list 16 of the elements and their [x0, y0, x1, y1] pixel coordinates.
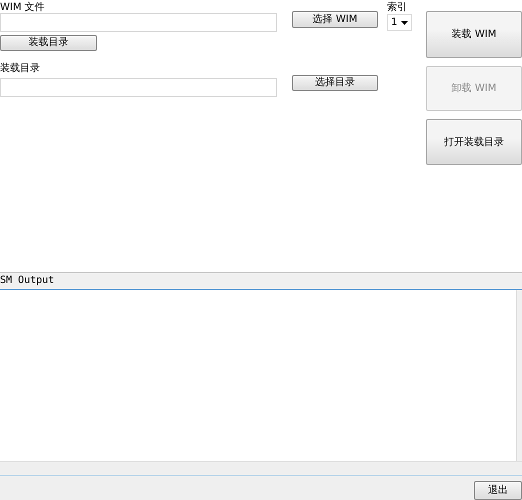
field-label: 索引	[387, 0, 408, 14]
input-field[interactable]	[0, 13, 277, 32]
action-button[interactable]: 打开装载目录	[426, 119, 522, 165]
caret-icon	[401, 20, 408, 24]
browse-button[interactable]: 选择 WIM	[292, 11, 378, 28]
field-label: 装载目录	[0, 62, 41, 76]
browse-button[interactable]: 选择目录	[292, 75, 378, 91]
mount-dir-button[interactable]: 装载目录	[0, 34, 97, 50]
input-field[interactable]	[0, 78, 277, 97]
index-dropdown[interactable]: 1	[387, 14, 412, 31]
exit-button[interactable]: 退出	[474, 481, 522, 500]
scrollbar[interactable]	[516, 290, 522, 461]
scrollbar[interactable]	[0, 461, 522, 476]
action-button[interactable]: 装载 WIM	[426, 11, 522, 58]
panel-title: SM Output	[0, 272, 522, 290]
field-label: WIM 文件	[0, 0, 46, 14]
